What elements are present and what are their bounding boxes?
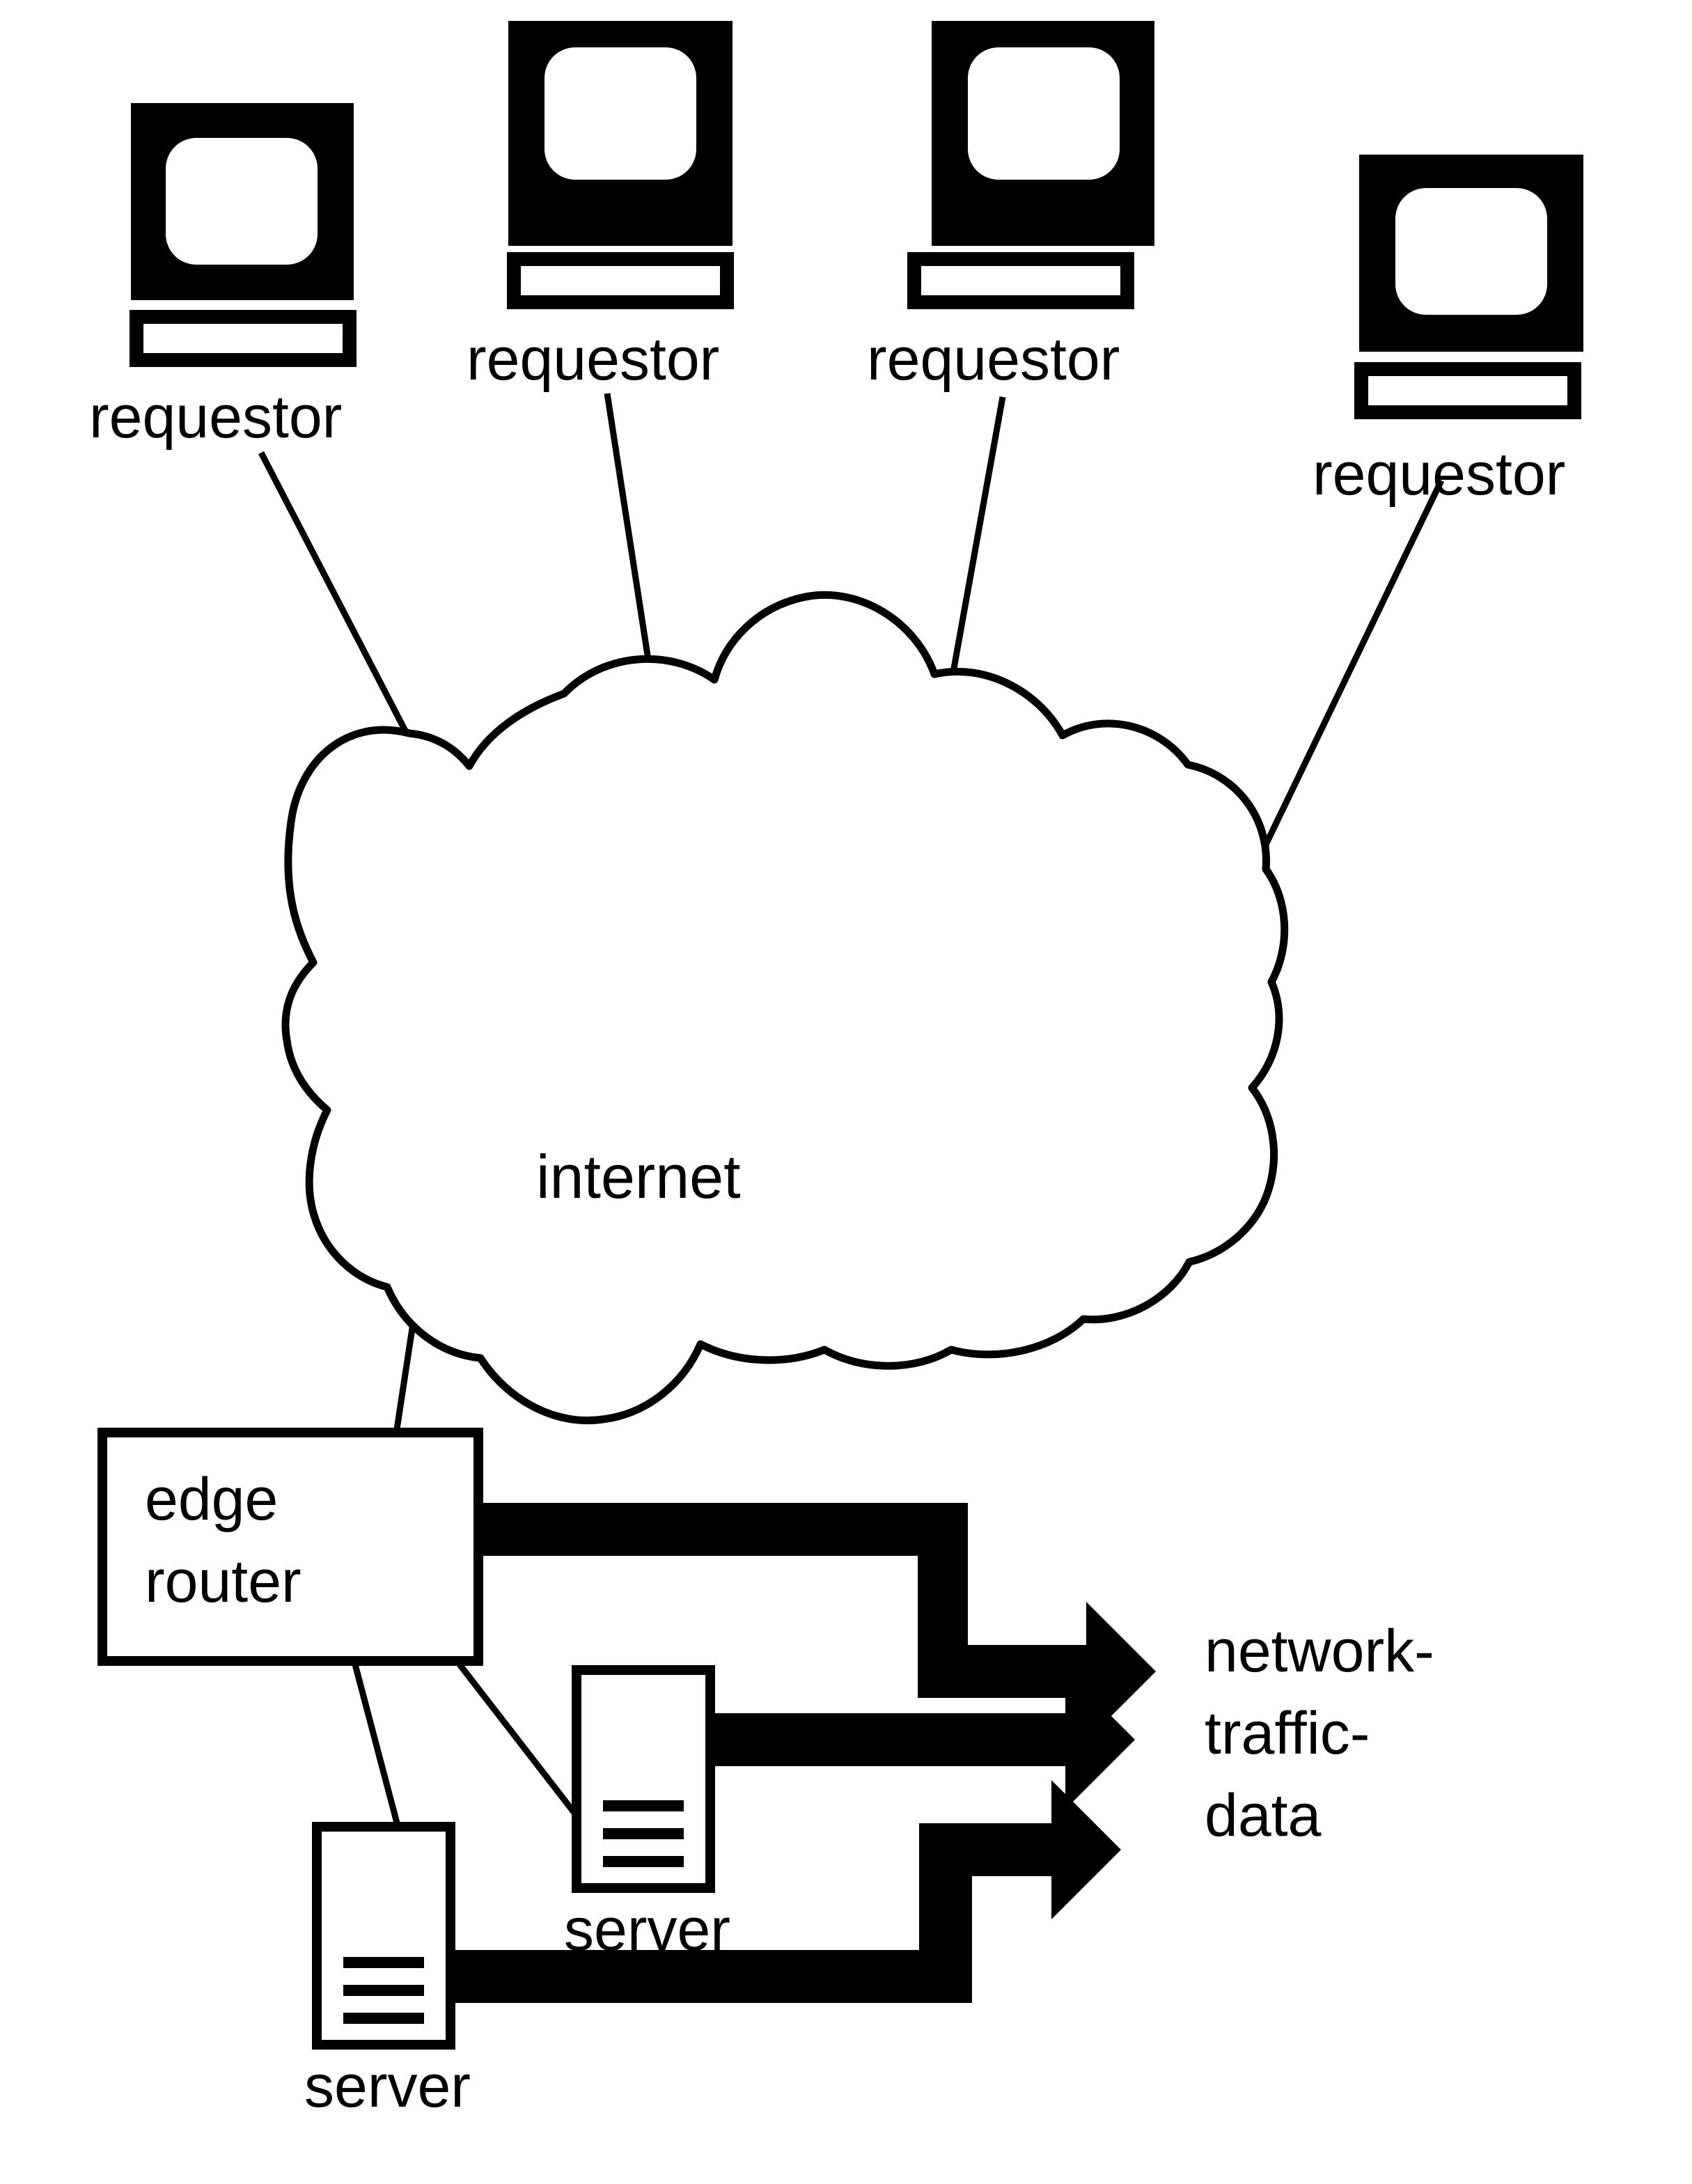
requestor-1-node[interactable]: requestor: [89, 103, 357, 451]
requestor-3-node[interactable]: requestor: [867, 21, 1154, 393]
link-edge-router-to-server-top: [457, 1662, 586, 1827]
server-rule-line: [343, 2013, 424, 2024]
requestor-2-node[interactable]: requestor: [467, 21, 734, 393]
keyboard-icon: [1354, 362, 1581, 419]
cloud-icon: [281, 591, 1289, 1425]
server-top-label: server: [564, 1896, 730, 1963]
keyboard-icon: [130, 310, 357, 367]
output-label-line-1: network-: [1205, 1618, 1434, 1685]
requestor-2-label: requestor: [467, 326, 719, 393]
server-rule-line: [343, 1957, 424, 1968]
server-bottom-node[interactable]: server: [304, 1822, 471, 2120]
server-bottom-box: [312, 1822, 455, 2050]
link-edge-router-to-server-bottom: [352, 1663, 402, 1830]
server-top-box: [572, 1665, 715, 1893]
network-diagram-canvas: requestor requestor requestor requestor …: [0, 0, 1692, 2184]
keyboard-icon: [907, 252, 1134, 309]
monitor-screen-icon: [545, 47, 696, 180]
requestor-3-label: requestor: [867, 326, 1120, 393]
output-label-line-2: traffic-: [1205, 1700, 1370, 1767]
requestor-1-label: requestor: [89, 384, 342, 451]
link-requestor-1-to-cloud: [258, 451, 410, 737]
keyboard-icon: [507, 252, 734, 309]
edge-router-node[interactable]: edge router: [97, 1428, 483, 1666]
server-bottom-label: server: [304, 2053, 471, 2120]
network-topology-diagram: requestor requestor requestor requestor …: [89, 21, 1583, 2120]
monitor-screen-icon: [166, 138, 318, 265]
requestor-4-node[interactable]: requestor: [1313, 155, 1583, 508]
network-traffic-arrow-1: [439, 1503, 1156, 1741]
requestor-4-label: requestor: [1313, 441, 1565, 508]
monitor-screen-icon: [968, 47, 1120, 180]
server-top-node[interactable]: server: [564, 1665, 730, 1963]
output-label-line-3: data: [1205, 1782, 1322, 1849]
server-rule-line: [603, 1856, 684, 1867]
internet-cloud-node[interactable]: internet: [281, 591, 1289, 1425]
server-rule-line: [603, 1828, 684, 1839]
monitor-screen-icon: [1395, 188, 1547, 315]
cloud-label: internet: [536, 1142, 741, 1211]
edge-router-label-line-1: edge: [145, 1466, 278, 1533]
edge-router-label-line-2: router: [145, 1548, 301, 1615]
server-rule-line: [603, 1800, 684, 1811]
network-traffic-data-label: network- traffic- data: [1205, 1618, 1434, 1849]
server-rule-line: [343, 1985, 424, 1996]
link-requestor-4-to-cloud: [1250, 479, 1445, 872]
network-traffic-arrow-3: [439, 1780, 1121, 2003]
